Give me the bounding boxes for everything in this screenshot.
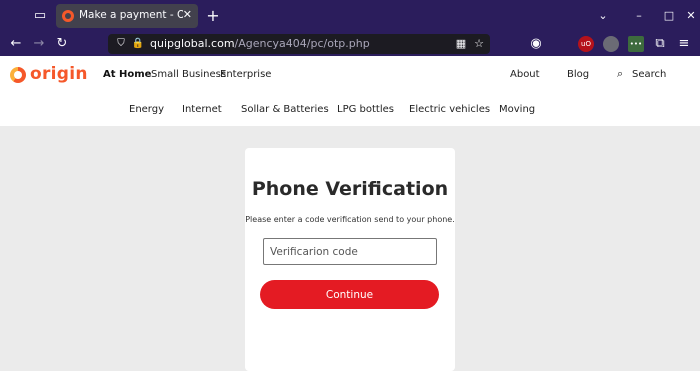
subnav-moving[interactable]: Moving	[499, 104, 535, 115]
browser-tab-bar: ▭ Make a payment - Origin ✕ + ⌄ – □ ✕	[0, 0, 700, 32]
minimize-icon[interactable]: –	[630, 7, 648, 25]
origin-logo-icon	[10, 67, 26, 83]
forward-icon[interactable]: →	[30, 35, 48, 53]
maximize-icon[interactable]: □	[660, 7, 678, 25]
new-tab-icon[interactable]: +	[204, 7, 222, 25]
extension-gray-icon[interactable]	[603, 36, 619, 52]
origin-favicon-icon	[62, 10, 74, 22]
extension-green-icon[interactable]: •••	[628, 36, 644, 52]
nav-at-home[interactable]: At Home	[103, 69, 151, 80]
ublock-icon[interactable]: uO	[578, 36, 594, 52]
search-icon[interactable]: ⌕	[617, 67, 623, 81]
close-window-icon[interactable]: ✕	[682, 7, 700, 25]
subnav-internet[interactable]: Internet	[182, 104, 222, 115]
card-description: Please enter a code verification send to…	[245, 215, 455, 224]
bookmark-star-icon[interactable]: ☆	[472, 37, 486, 51]
card-title: Phone Verification	[251, 178, 449, 200]
subnav-sollar-batteries[interactable]: Sollar & Batteries	[241, 104, 329, 115]
url-bar[interactable]: ⛉ 🔒 quipglobal.com/Agencya404/pc/otp.php…	[108, 34, 490, 54]
account-icon[interactable]: ◉	[527, 35, 545, 53]
subnav-energy[interactable]: Energy	[129, 104, 164, 115]
tab-close-icon[interactable]: ✕	[183, 8, 192, 21]
nav-enterprise[interactable]: Enterprise	[220, 69, 271, 80]
reload-icon[interactable]: ↻	[53, 35, 71, 53]
lock-icon[interactable]: 🔒	[131, 37, 145, 51]
browser-tab[interactable]: Make a payment - Origin ✕	[56, 4, 198, 28]
subnav-lpg-bottles[interactable]: LPG bottles	[337, 104, 394, 115]
nav-search[interactable]: Search	[632, 69, 666, 80]
list-all-tabs-icon[interactable]: ⌄	[594, 7, 612, 25]
verification-card: Phone Verification Please enter a code v…	[245, 148, 455, 371]
site-header: origin At Home Small Business Enterprise…	[0, 56, 700, 126]
qr-code-icon[interactable]: ▦	[454, 37, 468, 51]
menu-icon[interactable]: ≡	[675, 35, 693, 53]
verification-code-input[interactable]	[263, 238, 437, 265]
url-text: quipglobal.com/Agencya404/pc/otp.php	[150, 37, 370, 50]
continue-button[interactable]: Continue	[260, 280, 439, 309]
nav-about[interactable]: About	[510, 69, 540, 80]
tab-overview-icon[interactable]: ▭	[31, 7, 49, 25]
tab-title: Make a payment - Origin	[79, 9, 183, 21]
nav-small-business[interactable]: Small Business	[151, 69, 226, 80]
logo-text: origin	[30, 64, 88, 84]
nav-blog[interactable]: Blog	[567, 69, 589, 80]
shield-icon[interactable]: ⛉	[114, 37, 128, 51]
extensions-puzzle-icon[interactable]: ⧉	[651, 35, 669, 53]
back-icon[interactable]: ←	[7, 35, 25, 53]
subnav-electric-vehicles[interactable]: Electric vehicles	[409, 104, 490, 115]
browser-nav-bar: ← → ↻ ⛉ 🔒 quipglobal.com/Agencya404/pc/o…	[0, 32, 700, 56]
